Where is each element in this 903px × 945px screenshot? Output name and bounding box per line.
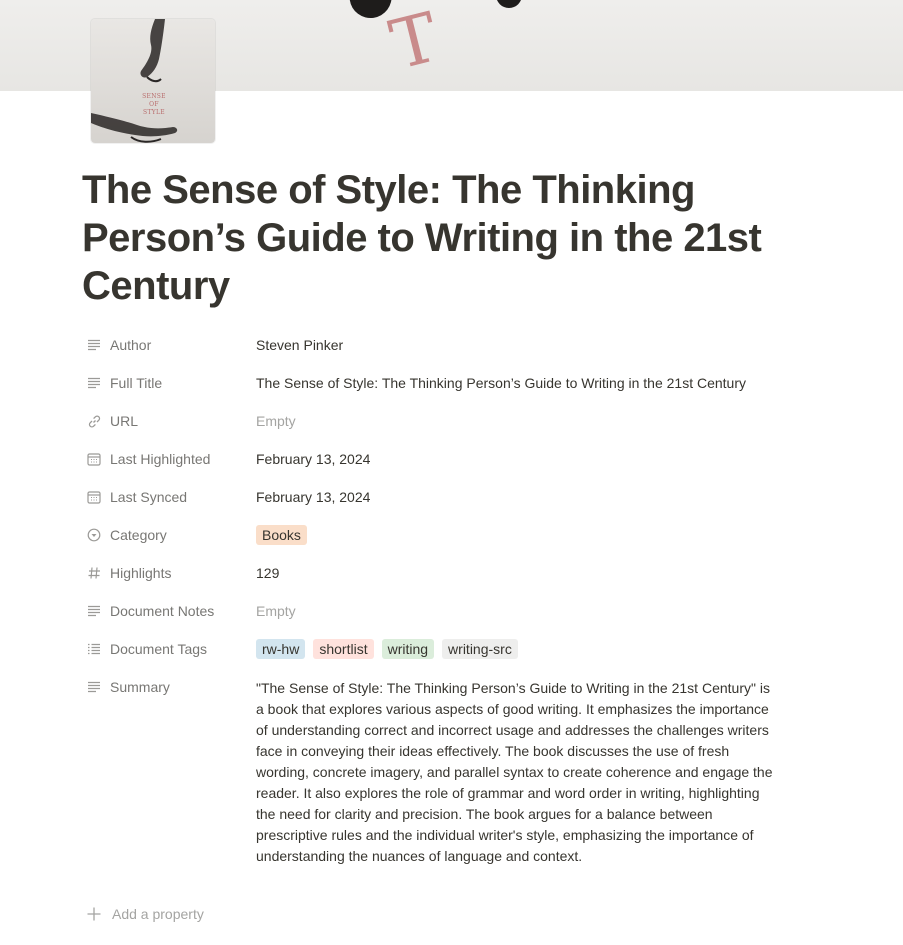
property-value-empty[interactable]: Empty bbox=[256, 596, 796, 626]
hands-illustration-icon bbox=[91, 19, 178, 143]
property-label[interactable]: Full Title bbox=[82, 368, 248, 398]
property-label-text: Last Synced bbox=[110, 489, 188, 505]
property-value[interactable]: Steven Pinker bbox=[256, 330, 796, 360]
add-property-button[interactable]: Add a property bbox=[84, 902, 204, 926]
property-label[interactable]: Document Notes bbox=[82, 596, 248, 626]
property-label[interactable]: Highlights bbox=[82, 558, 248, 588]
tag-shortlist[interactable]: shortlist bbox=[313, 639, 374, 659]
add-property-label: Add a property bbox=[112, 906, 204, 922]
select-icon bbox=[86, 527, 102, 543]
text-lines-icon bbox=[86, 679, 102, 695]
category-tag[interactable]: Books bbox=[256, 525, 307, 545]
tag-writing[interactable]: writing bbox=[381, 639, 435, 659]
calendar-icon bbox=[86, 489, 102, 505]
list-icon bbox=[86, 641, 102, 657]
property-last-highlighted: Last Highlighted February 13, 2024 bbox=[82, 442, 802, 476]
property-value[interactable]: rw-hw shortlist writing writing-src bbox=[256, 634, 796, 664]
property-label[interactable]: Document Tags bbox=[82, 634, 248, 664]
property-value[interactable]: Books bbox=[256, 520, 796, 550]
property-label-text: Document Tags bbox=[110, 641, 208, 657]
property-label-text: Full Title bbox=[110, 375, 163, 391]
property-label-text: Category bbox=[110, 527, 167, 543]
property-label[interactable]: Summary bbox=[82, 672, 248, 702]
property-last-synced: Last Synced February 13, 2024 bbox=[82, 480, 802, 514]
link-icon bbox=[86, 413, 102, 429]
property-label-text: URL bbox=[110, 413, 139, 429]
property-label-text: Last Highlighted bbox=[110, 451, 211, 467]
property-label-text: Author bbox=[110, 337, 152, 353]
text-lines-icon bbox=[86, 603, 102, 619]
tag-rw-hw[interactable]: rw-hw bbox=[256, 639, 306, 659]
property-value[interactable]: February 13, 2024 bbox=[256, 482, 796, 512]
plus-icon bbox=[86, 906, 102, 922]
calendar-icon bbox=[86, 451, 102, 467]
cover-art-letter: T bbox=[383, 0, 451, 86]
property-url: URL Empty bbox=[82, 404, 802, 438]
page-title[interactable]: The Sense of Style: The Thinking Person’… bbox=[82, 166, 782, 310]
property-document-notes: Document Notes Empty bbox=[82, 594, 802, 628]
property-label[interactable]: URL bbox=[82, 406, 248, 436]
text-lines-icon bbox=[86, 375, 102, 391]
property-label-text: Summary bbox=[110, 679, 170, 695]
book-cover-text: SENSE OF STYLE bbox=[142, 93, 166, 116]
property-category: Category Books bbox=[82, 518, 802, 552]
summary-text[interactable]: "The Sense of Style: The Thinking Person… bbox=[256, 678, 781, 867]
property-label-text: Document Notes bbox=[110, 603, 215, 619]
text-lines-icon bbox=[86, 337, 102, 353]
property-full-title: Full Title The Sense of Style: The Think… bbox=[82, 366, 802, 400]
cover-art-shape bbox=[496, 0, 522, 8]
property-label[interactable]: Last Highlighted bbox=[82, 444, 248, 474]
property-label[interactable]: Category bbox=[82, 520, 248, 550]
page-icon-book-cover[interactable]: SENSE OF STYLE bbox=[91, 19, 215, 143]
property-value[interactable]: The Sense of Style: The Thinking Person’… bbox=[256, 368, 796, 398]
tag-writing-src[interactable]: writing-src bbox=[442, 639, 518, 659]
property-highlights: Highlights 129 bbox=[82, 556, 802, 590]
property-value[interactable]: 129 bbox=[256, 558, 796, 588]
property-author: Author Steven Pinker bbox=[82, 328, 802, 362]
property-value[interactable]: February 13, 2024 bbox=[256, 444, 796, 474]
property-label[interactable]: Last Synced bbox=[82, 482, 248, 512]
property-document-tags: Document Tags rw-hw shortlist writing wr… bbox=[82, 632, 802, 666]
property-value-empty[interactable]: Empty bbox=[256, 406, 796, 436]
hash-icon bbox=[86, 565, 102, 581]
property-label-text: Highlights bbox=[110, 565, 172, 581]
property-label[interactable]: Author bbox=[82, 330, 248, 360]
